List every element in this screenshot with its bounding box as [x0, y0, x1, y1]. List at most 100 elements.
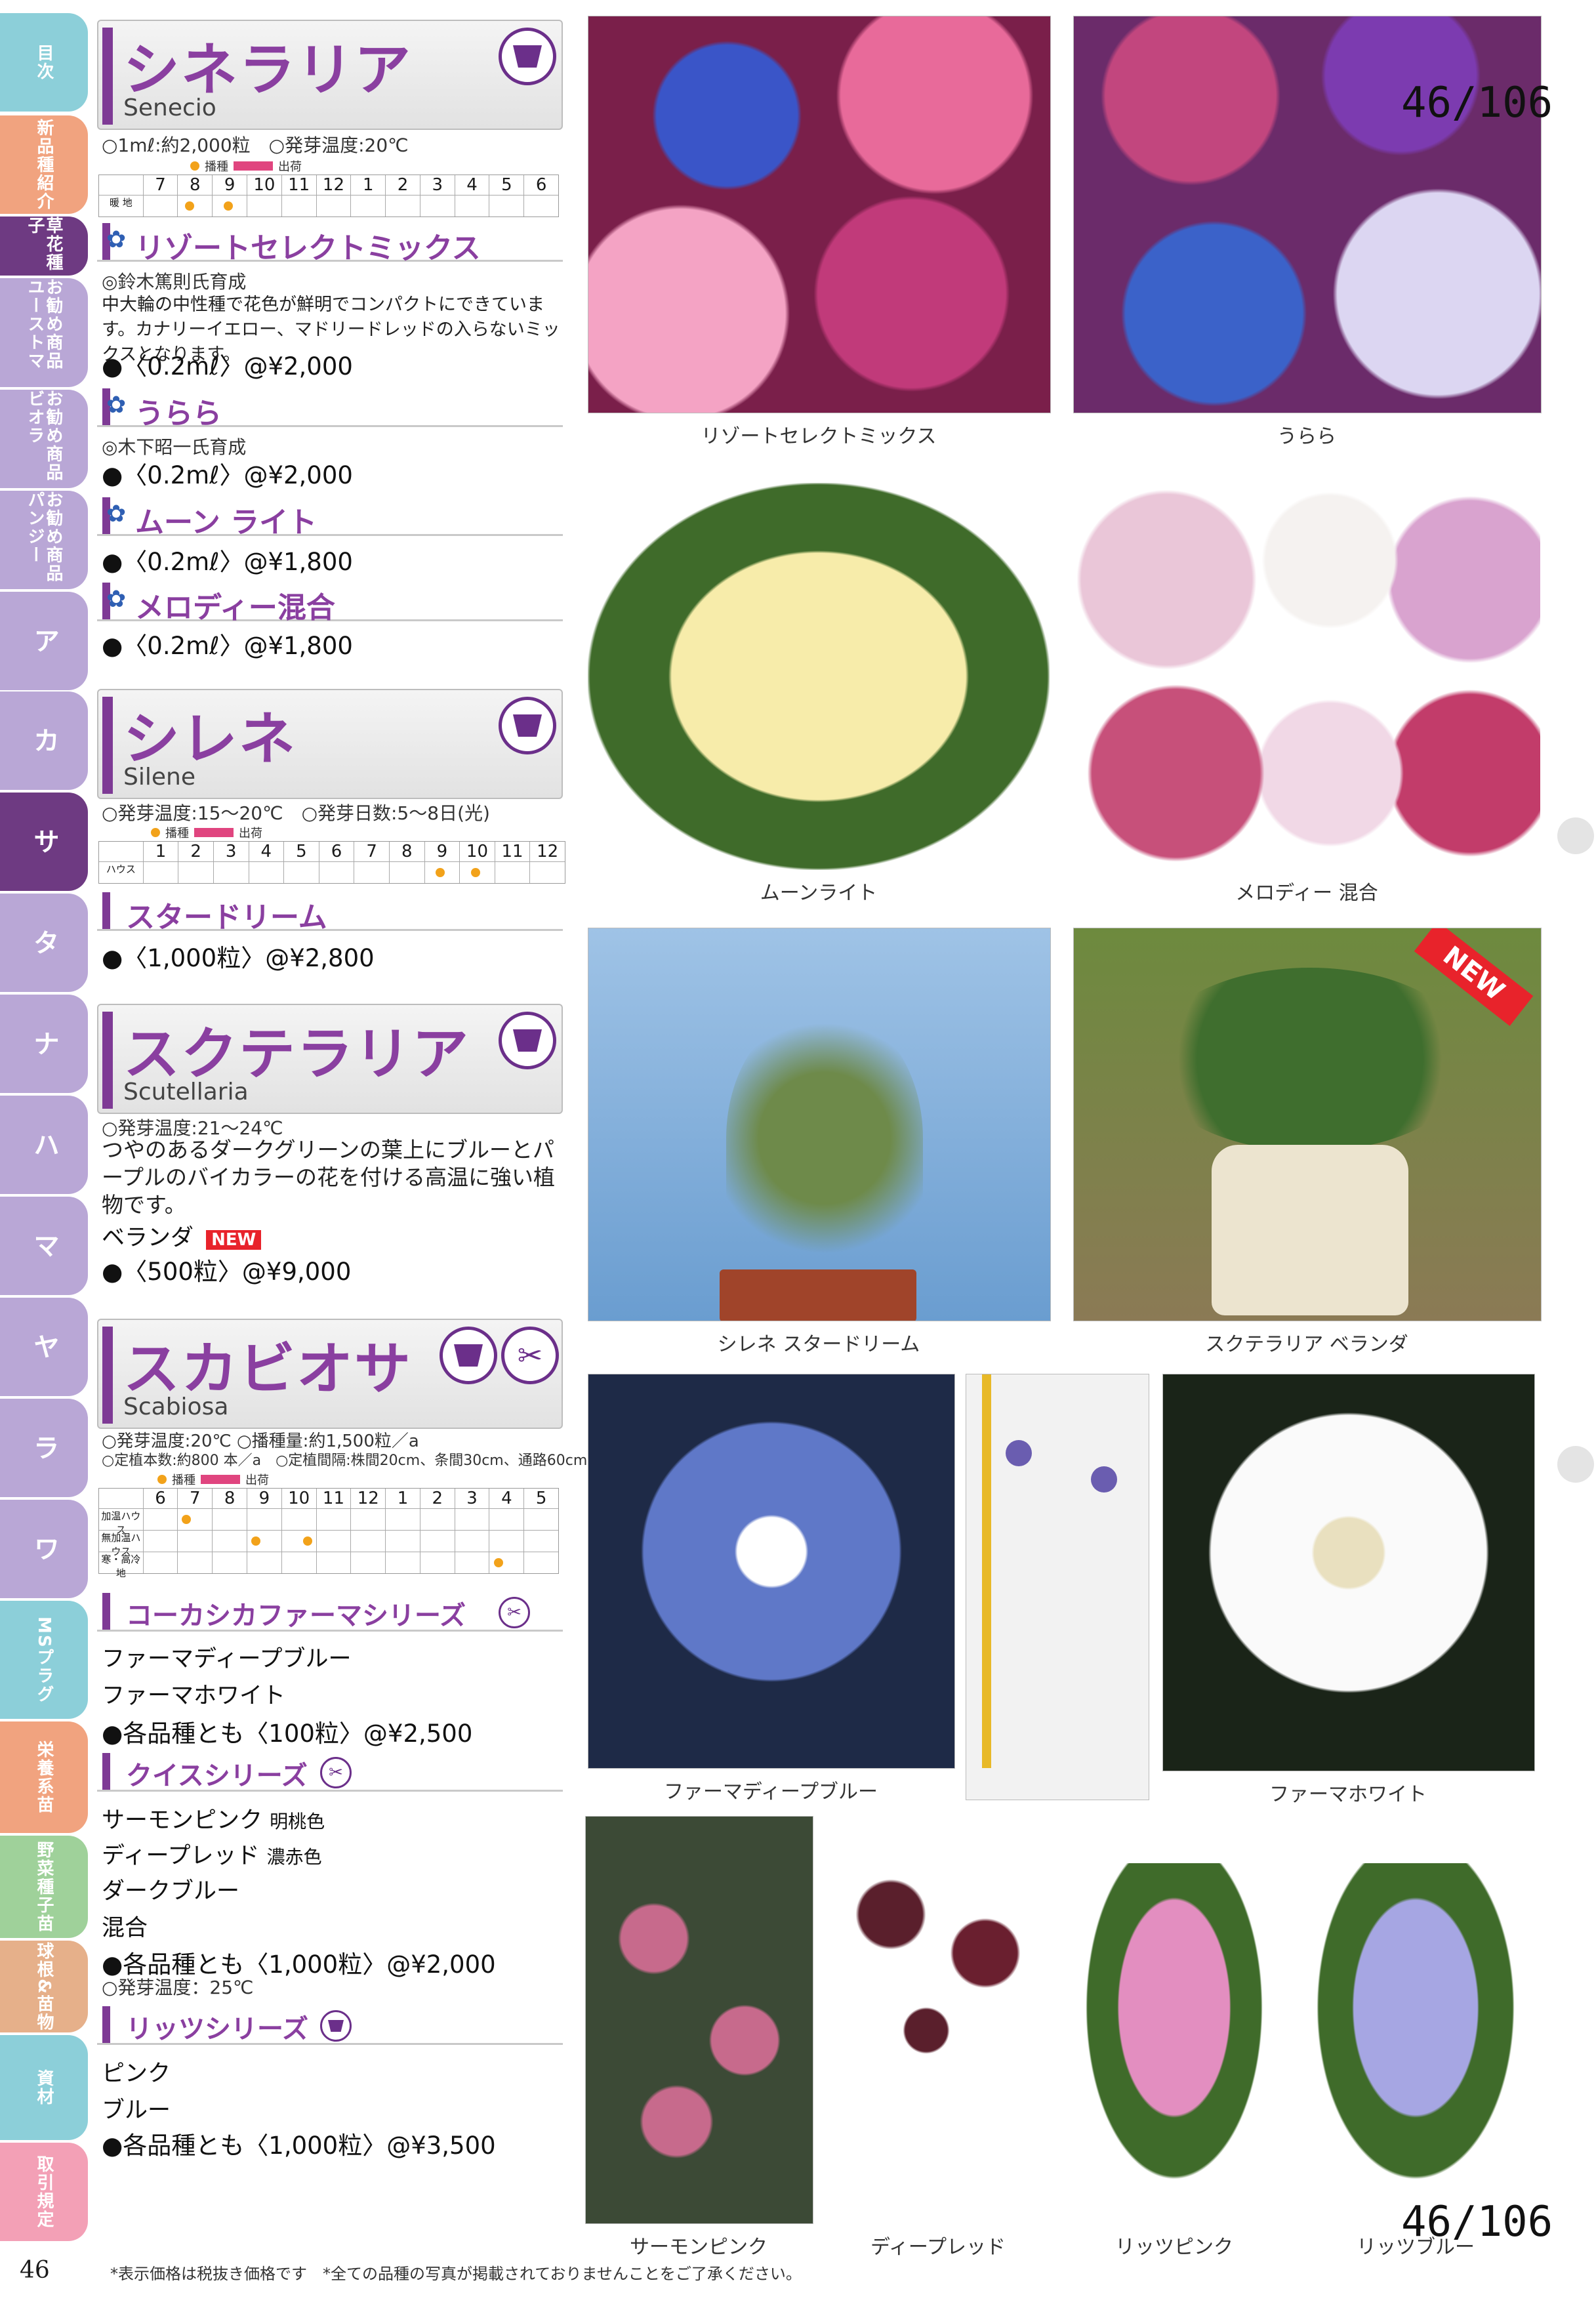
variety-item: ダークブルー	[102, 1878, 240, 1905]
species-name: シネラリア	[123, 37, 412, 103]
sowing-mark	[493, 1558, 503, 1567]
month-cell: 2	[385, 175, 420, 195]
month-cell: 6	[523, 175, 558, 195]
calendar-legend: 播種 出荷	[190, 157, 302, 175]
month-cell: 6	[318, 842, 354, 861]
photo-ritz-pink	[1063, 1863, 1286, 2224]
calendar-legend: 播種 出荷	[157, 1471, 269, 1488]
month-cell: 9	[424, 842, 460, 861]
month-cell: 7	[177, 1489, 212, 1508]
photo-silene-stardream	[588, 928, 1051, 1321]
side-tab[interactable]: 新品種紹介	[0, 115, 88, 214]
photo-scutellaria-veranda: NEW	[1073, 928, 1542, 1321]
price: ●〈0.2mℓ〉@¥1,800	[102, 548, 353, 576]
scabiosa-header: スカビオサ Scabiosa ✂	[97, 1319, 563, 1429]
side-tab[interactable]: ヤ	[0, 1298, 88, 1396]
variety-item: 混合	[102, 1915, 148, 1941]
silene-header: シレネ Silene	[97, 689, 563, 799]
side-tab[interactable]: サ	[0, 793, 88, 891]
caption: シレネ スタードリーム	[717, 1333, 920, 1356]
photo-deep-red	[820, 1837, 1056, 2224]
variety-item: ブルー	[102, 2097, 171, 2124]
caption: うらら	[1277, 425, 1336, 448]
binder-hole	[1557, 817, 1594, 854]
side-tab[interactable]: タ	[0, 894, 88, 992]
sowing-mark	[223, 201, 233, 211]
month-cell: 11	[281, 175, 316, 195]
price: ●〈0.2mℓ〉@¥2,000	[102, 461, 353, 489]
caption: ファーマディープブルー	[663, 1781, 878, 1803]
latin-name: Silene	[123, 764, 195, 791]
variety-item: サーモンピンク 明桃色	[102, 1807, 325, 1834]
side-tab[interactable]: 草花種子	[0, 216, 88, 276]
month-cell: 5	[523, 1489, 558, 1508]
month-cell: 3	[454, 1489, 489, 1508]
month-cell: 4	[248, 842, 284, 861]
photo-salmon-pink	[585, 1816, 813, 2224]
caption: スクテラリア ベランダ	[1205, 1333, 1408, 1356]
series-caucasica: コーカシカファーマシリーズ ✂	[97, 1593, 563, 1632]
binder-hole	[1557, 1446, 1594, 1483]
side-tab[interactable]: ア	[0, 592, 88, 690]
variety-urara: ✿ うらら	[97, 388, 563, 430]
side-tab[interactable]: お勧め商品ユーストマ	[0, 278, 88, 387]
new-badge: NEW	[206, 1230, 262, 1250]
cineraria-header: シネラリア Senecio	[97, 20, 563, 130]
month-cell: 1	[350, 175, 385, 195]
flower-icon: ✿	[106, 226, 127, 253]
side-tab[interactable]: 野菜種子苗	[0, 1836, 88, 1938]
price: ●〈0.2mℓ〉@¥2,000	[102, 352, 353, 381]
photo-fama-white	[1162, 1374, 1535, 1771]
caption: メロディー 混合	[1235, 882, 1378, 905]
side-tab[interactable]: お勧め商品ビオラ	[0, 390, 88, 488]
scutellaria-header: スクテラリア Scutellaria	[97, 1004, 563, 1114]
month-cell: 5	[489, 175, 523, 195]
sowing-mark	[182, 1515, 192, 1524]
side-tab[interactable]: 目次	[0, 13, 88, 112]
row-label: 加温ハウス	[101, 1510, 141, 1536]
side-tab[interactable]: ワ	[0, 1500, 88, 1598]
flower-icon: ✿	[106, 586, 127, 613]
side-tab[interactable]: ラ	[0, 1399, 88, 1497]
latin-name: Scutellaria	[123, 1079, 249, 1105]
photo-urara	[1073, 16, 1542, 413]
pot-icon	[499, 697, 556, 754]
side-tab[interactable]: 取引規定	[0, 2143, 88, 2241]
side-tab[interactable]: カ	[0, 691, 88, 790]
month-cell: 11	[316, 1489, 351, 1508]
month-cell: 8	[212, 1489, 247, 1508]
row-label: ハウス	[106, 863, 136, 875]
price: ●各品種とも〈100粒〉@¥2,500	[102, 1720, 473, 1748]
row-label: 寒・高冷地	[101, 1554, 141, 1579]
side-tab[interactable]: お勧め商品パンジー	[0, 491, 88, 589]
month-cell: 9	[247, 1489, 281, 1508]
variety-stardream: スタードリーム	[97, 892, 563, 934]
variety-melody: ✿ メロディー混合	[97, 583, 563, 625]
side-tab[interactable]: 栄養系苗	[0, 1721, 88, 1833]
sowing-mark	[471, 868, 481, 877]
month-cell: 11	[494, 842, 530, 861]
calendar-legend: 播種 出荷	[151, 824, 262, 841]
photo-moonlight	[588, 483, 1050, 870]
side-tab[interactable]: MSプラグ	[0, 1601, 88, 1719]
month-cell: 9	[212, 175, 247, 195]
side-tab[interactable]: ハ	[0, 1096, 88, 1194]
latin-name: Senecio	[123, 94, 216, 121]
side-tab[interactable]: 資材	[0, 2035, 88, 2140]
side-tab[interactable]: ナ	[0, 995, 88, 1093]
side-tab[interactable]: 球根&苗物	[0, 1941, 88, 2032]
page-badge-bottom: 46/106	[1401, 2198, 1553, 2246]
month-cell: 10	[247, 175, 281, 195]
footnote: *表示価格は税抜き価格です *全ての品種の写真が掲載されておりませんことをご了承…	[110, 2265, 802, 2283]
side-tab[interactable]: マ	[0, 1197, 88, 1295]
caption: ファーマホワイト	[1269, 1783, 1427, 1806]
variety-item: ディープレッド 濃赤色	[102, 1843, 322, 1869]
month-cell: 12	[316, 175, 351, 195]
latin-name: Scabiosa	[123, 1393, 229, 1420]
month-cell: 12	[350, 1489, 385, 1508]
species-name: スカビオサ	[123, 1336, 412, 1402]
caption: リゾートセレクトミックス	[701, 425, 937, 448]
sowing-mark	[251, 1536, 260, 1546]
variety-moonlight: ✿ ムーン ライト	[97, 497, 563, 539]
pot-icon	[499, 28, 556, 85]
